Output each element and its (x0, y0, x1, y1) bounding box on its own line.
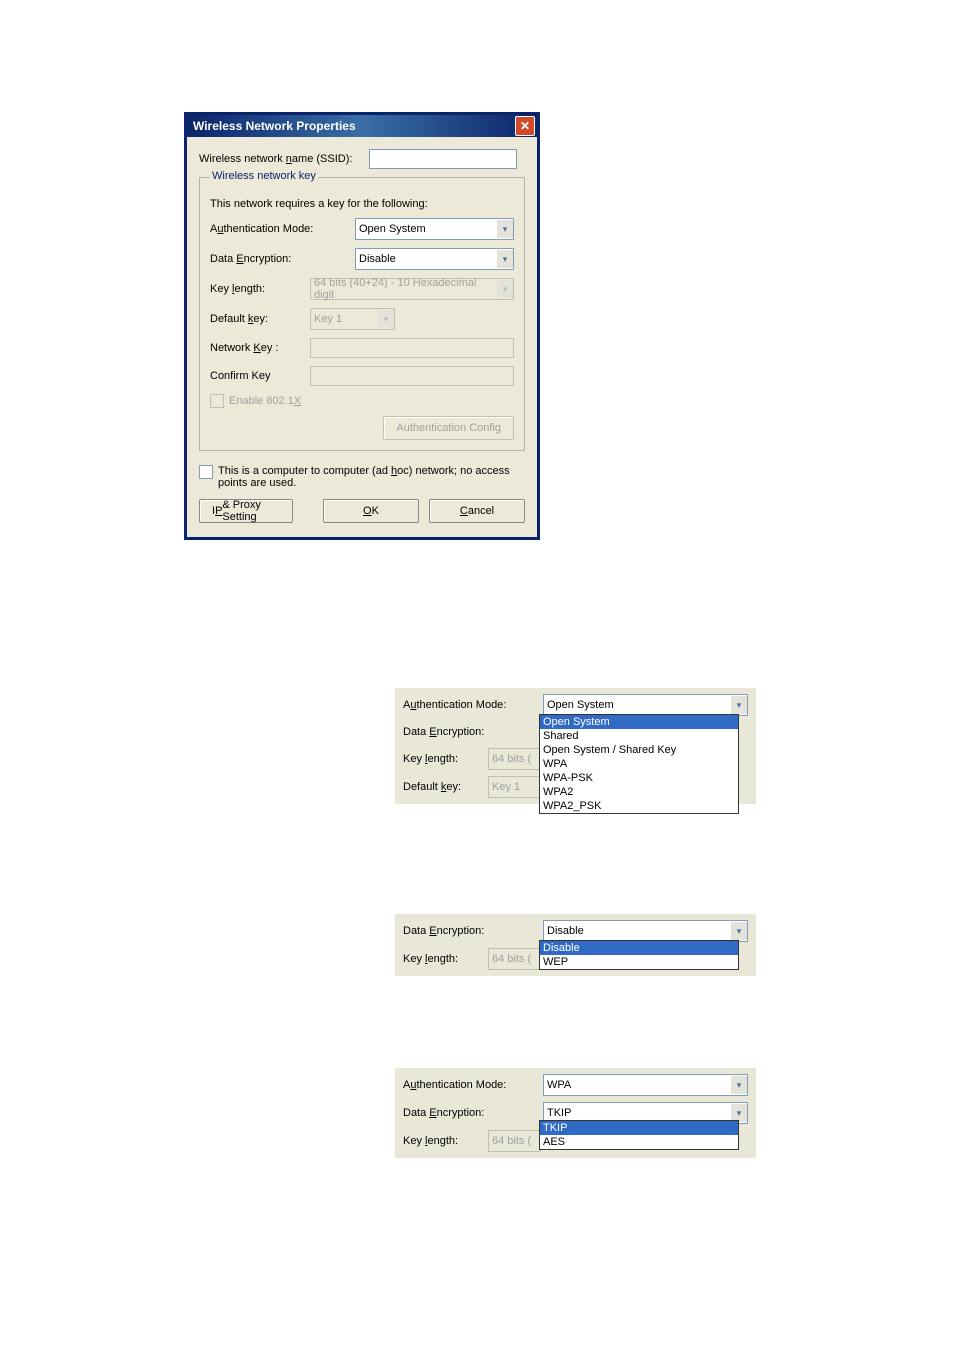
dropdown-item[interactable]: WPA2 (540, 785, 738, 799)
auth-mode-select[interactable]: Open System ▾ (543, 694, 748, 716)
keylength-select: 64 bits ( (488, 1130, 541, 1152)
enable-8021x-checkbox (210, 394, 224, 408)
defaultkey-label: Default key: (210, 313, 310, 325)
title-bar: Wireless Network Properties ✕ (187, 115, 537, 137)
dropdown-item[interactable]: Disable (540, 941, 738, 955)
encryption-label: Data Encryption: (403, 925, 543, 937)
defaultkey-select: Key 1 (488, 776, 541, 798)
dropdown-item[interactable]: TKIP (540, 1121, 738, 1135)
auth-label: Authentication Mode: (210, 223, 355, 235)
ssid-label: Wireless network name (SSID): (199, 153, 369, 165)
wpa-panel: Authentication Mode: WPA ▾ Data Encrypti… (395, 1068, 756, 1158)
encryption-panel: Data Encryption: Disable ▾ Key length: 6… (395, 914, 756, 976)
encryption-dropdown-list[interactable]: Disable WEP (539, 940, 739, 970)
wireless-properties-dialog: Wireless Network Properties ✕ Wireless n… (185, 113, 539, 539)
ssid-input[interactable] (369, 149, 517, 169)
encryption-select[interactable]: Disable ▾ (355, 248, 514, 270)
keylength-label: Key length: (403, 1135, 488, 1147)
encryption-label: Data Encryption: (210, 253, 355, 265)
dropdown-item[interactable]: WPA2_PSK (540, 799, 738, 813)
dropdown-item[interactable]: WPA (540, 757, 738, 771)
dropdown-item[interactable]: AES (540, 1135, 738, 1149)
confirmkey-label: Confirm Key (210, 370, 310, 382)
auth-label: Authentication Mode: (403, 699, 543, 711)
chevron-down-icon: ▾ (378, 310, 394, 328)
dropdown-item[interactable]: WPA-PSK (540, 771, 738, 785)
ok-button[interactable]: OK (323, 499, 419, 523)
chevron-down-icon: ▾ (497, 220, 513, 238)
chevron-down-icon: ▾ (731, 696, 747, 714)
close-icon[interactable]: ✕ (515, 116, 535, 136)
defaultkey-label: Default key: (403, 781, 488, 793)
confirmkey-input (310, 366, 514, 386)
dropdown-item[interactable]: Open System / Shared Key (540, 743, 738, 757)
adhoc-checkbox[interactable] (199, 465, 213, 479)
encryption-dropdown-list[interactable]: TKIP AES (539, 1120, 739, 1150)
requires-note: This network requires a key for the foll… (210, 198, 514, 210)
enable-8021x-label: Enable 802.1X (229, 395, 301, 407)
auth-mode-select[interactable]: Open System ▾ (355, 218, 514, 240)
auth-config-button: Authentication Config (383, 416, 514, 440)
cancel-button[interactable]: Cancel (429, 499, 525, 523)
chevron-down-icon: ▾ (497, 280, 513, 298)
chevron-down-icon: ▾ (497, 250, 513, 268)
ip-proxy-button[interactable]: IP & Proxy Setting (199, 499, 293, 523)
auth-mode-select[interactable]: WPA ▾ (543, 1074, 748, 1096)
window-title: Wireless Network Properties (193, 119, 356, 133)
encryption-select[interactable]: Disable ▾ (543, 920, 748, 942)
auth-mode-panel: Authentication Mode: Open System ▾ Data … (395, 688, 756, 804)
dropdown-item[interactable]: Shared (540, 729, 738, 743)
auth-label: Authentication Mode: (403, 1079, 543, 1091)
encryption-label: Data Encryption: (403, 1107, 543, 1119)
keylength-label: Key length: (403, 753, 488, 765)
dropdown-item[interactable]: Open System (540, 715, 738, 729)
networkkey-input (310, 338, 514, 358)
auth-dropdown-list[interactable]: Open System Shared Open System / Shared … (539, 714, 739, 814)
keylength-select: 64 bits ( (488, 948, 541, 970)
defaultkey-select: Key 1 ▾ (310, 308, 395, 330)
wireless-key-group: Wireless network key This network requir… (199, 177, 525, 451)
adhoc-label: This is a computer to computer (ad hoc) … (218, 465, 525, 489)
keylength-select: 64 bits (40+24) - 10 Hexadecimal digit ▾ (310, 278, 514, 300)
encryption-label: Data Encryption: (403, 726, 543, 738)
networkkey-label: Network Key : (210, 342, 310, 354)
keylength-label: Key length: (403, 953, 488, 965)
chevron-down-icon: ▾ (731, 922, 747, 940)
keylength-select: 64 bits ( (488, 748, 541, 770)
group-legend: Wireless network key (210, 170, 318, 182)
keylength-label: Key length: (210, 283, 310, 295)
dropdown-item[interactable]: WEP (540, 955, 738, 969)
chevron-down-icon: ▾ (731, 1076, 747, 1094)
